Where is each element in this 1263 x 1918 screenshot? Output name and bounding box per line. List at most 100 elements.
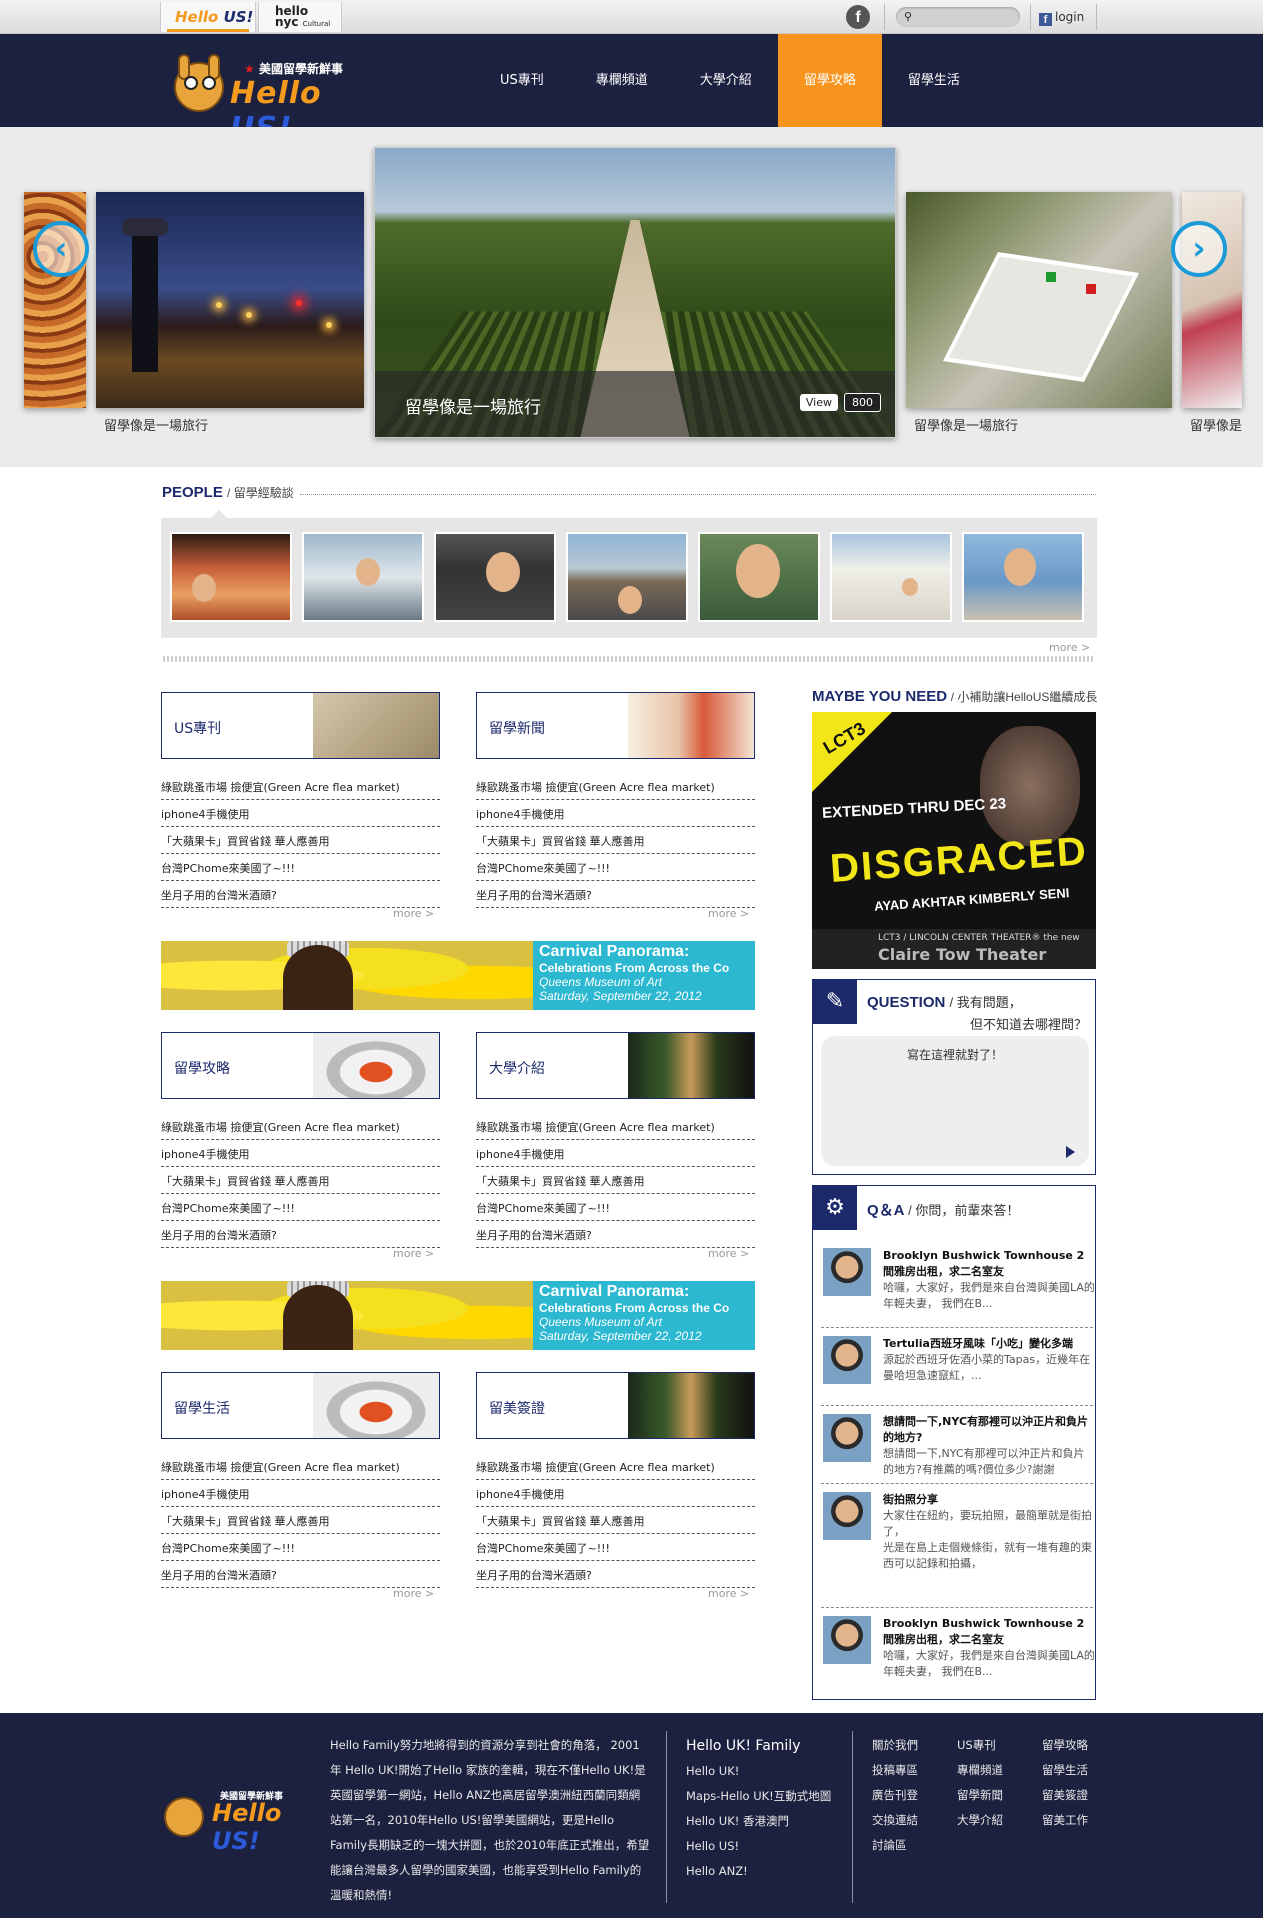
category-card-visa[interactable]: 留美簽證	[476, 1372, 755, 1439]
footer-link[interactable]: 討論區	[872, 1833, 957, 1858]
category-card-study-life[interactable]: 留學生活	[161, 1372, 440, 1439]
category-more-link[interactable]: more >	[393, 907, 434, 920]
footer-link[interactable]: 專欄頻道	[957, 1758, 1042, 1783]
article-link[interactable]: 綠歐跳蚤市場 撿便宜(Green Acre flea market)	[161, 1453, 440, 1480]
article-link[interactable]: iphone4手機使用	[476, 1140, 755, 1167]
chevron-right-icon[interactable]: ›	[1171, 221, 1227, 277]
article-link[interactable]: 「大蘋果卡」買貿省錢 華人應善用	[161, 1167, 440, 1194]
footer-link[interactable]: 關於我們	[872, 1733, 957, 1758]
search-box[interactable]: ⚲	[896, 7, 1020, 27]
article-link[interactable]: 坐月子用的台灣米酒頭?	[476, 881, 755, 908]
category-card-university-intro[interactable]: 大學介紹	[476, 1032, 755, 1099]
qa-title[interactable]: 想請問一下,NYC有那裡可以沖正片和負片的地方?	[883, 1414, 1095, 1446]
category-card-us-weekly[interactable]: US專刊	[161, 692, 440, 759]
people-thumb[interactable]	[566, 532, 688, 622]
qa-item[interactable]: 街拍照分享 大家住在紐約，要玩拍照，最簡單就是街拍了， 光是在島上走個幾條街，就有…	[821, 1492, 1093, 1608]
disgraced-ad[interactable]: LCT3 EXTENDED THRU DEC 23 DISGRACED AYAD…	[812, 712, 1096, 969]
category-more-link[interactable]: more >	[708, 1247, 749, 1260]
footer-link[interactable]: 留美簽證	[1042, 1783, 1127, 1808]
article-link[interactable]: iphone4手機使用	[161, 800, 440, 827]
article-link[interactable]: iphone4手機使用	[161, 1480, 440, 1507]
category-more-link[interactable]: more >	[393, 1247, 434, 1260]
hellous-site-tab[interactable]: Hello US!	[160, 2, 256, 32]
submit-arrow-icon[interactable]	[1066, 1146, 1075, 1158]
people-thumb[interactable]	[434, 532, 556, 622]
question-textarea[interactable]: 寫在這裡就對了！	[821, 1036, 1089, 1166]
nav-item[interactable]: US專刊	[474, 34, 570, 127]
article-link[interactable]: 「大蘋果卡」買貿省錢 華人應善用	[161, 827, 440, 854]
footer-link[interactable]: 大學介紹	[957, 1808, 1042, 1833]
search-input[interactable]	[918, 9, 1014, 25]
article-link[interactable]: 台灣PChome來美國了~!!!	[476, 1534, 755, 1561]
hellous-logo[interactable]: ★ 美國留學新鮮事 Hello US!	[160, 42, 370, 146]
login-link[interactable]: f login	[1039, 10, 1084, 26]
qa-title[interactable]: 街拍照分享	[883, 1492, 1095, 1508]
article-link[interactable]: 綠歐跳蚤市場 撿便宜(Green Acre flea market)	[161, 773, 440, 800]
article-link[interactable]: 台灣PChome來美國了~!!!	[476, 854, 755, 881]
category-more-link[interactable]: more >	[708, 907, 749, 920]
article-link[interactable]: 「大蘋果卡」買貿省錢 華人應善用	[476, 827, 755, 854]
nav-item[interactable]: 留學攻略	[777, 34, 882, 127]
qa-title[interactable]: Brooklyn Bushwick Townhouse 2間雅房出租，求二名室友	[883, 1248, 1095, 1280]
qa-item[interactable]: Brooklyn Bushwick Townhouse 2間雅房出租，求二名室友…	[821, 1616, 1095, 1690]
carnival-banner[interactable]: Carnival Panorama: Celebrations From Acr…	[161, 1281, 755, 1350]
qa-title[interactable]: Brooklyn Bushwick Townhouse 2間雅房出租，求二名室友	[883, 1616, 1095, 1648]
footer-link[interactable]: 留學新聞	[957, 1783, 1042, 1808]
footer-logo[interactable]: 美國留學新鮮事 Hello US!	[160, 1777, 300, 1855]
article-link[interactable]: 坐月子用的台灣米酒頭?	[476, 1561, 755, 1588]
qa-item[interactable]: Tertulia西班牙風味「小吃」變化多端 源起於西班牙佐酒小菜的Tapas，近幾…	[821, 1336, 1093, 1406]
article-link[interactable]: 台灣PChome來美國了~!!!	[161, 1534, 440, 1561]
category-more-link[interactable]: more >	[393, 1587, 434, 1600]
footer-link[interactable]: 留學攻略	[1042, 1733, 1127, 1758]
footer-link[interactable]: 留學生活	[1042, 1758, 1127, 1783]
article-link[interactable]: 綠歐跳蚤市場 撿便宜(Green Acre flea market)	[476, 773, 755, 800]
people-thumb[interactable]	[170, 532, 292, 622]
people-more-link[interactable]: more >	[1049, 641, 1090, 654]
category-more-link[interactable]: more >	[708, 1587, 749, 1600]
article-link[interactable]: 台灣PChome來美國了~!!!	[161, 854, 440, 881]
qa-item[interactable]: 想請問一下,NYC有那裡可以沖正片和負片的地方? 想請問一下,NYC有那裡可以沖正…	[821, 1414, 1093, 1484]
article-link[interactable]: iphone4手機使用	[476, 800, 755, 827]
article-link[interactable]: 台灣PChome來美國了~!!!	[476, 1194, 755, 1221]
people-thumb[interactable]	[962, 532, 1084, 622]
article-link[interactable]: 「大蘋果卡」買貿省錢 華人應善用	[476, 1167, 755, 1194]
article-link[interactable]: 坐月子用的台灣米酒頭?	[476, 1221, 755, 1248]
slide-caption[interactable]: 留學像是一場旅行	[104, 415, 208, 434]
facebook-icon[interactable]: f	[846, 5, 870, 29]
slide-city-night-image[interactable]	[96, 192, 364, 408]
family-link[interactable]: Hello US!	[686, 1834, 831, 1859]
people-thumb[interactable]	[698, 532, 820, 622]
article-link[interactable]: iphone4手機使用	[476, 1480, 755, 1507]
article-link[interactable]: 坐月子用的台灣米酒頭?	[161, 1561, 440, 1588]
nav-item[interactable]: 留學生活	[882, 34, 986, 127]
slide-caption[interactable]: 留學像是	[1190, 415, 1250, 434]
article-link[interactable]: 坐月子用的台灣米酒頭?	[161, 881, 440, 908]
footer-link[interactable]: 交換連結	[872, 1808, 957, 1833]
people-thumb[interactable]	[830, 532, 952, 622]
footer-link[interactable]: 留美工作	[1042, 1808, 1127, 1833]
slide-main-vineyard[interactable]: 留學像是一場旅行 View 800	[374, 147, 896, 438]
people-thumb[interactable]	[302, 532, 424, 622]
category-card-study-guide[interactable]: 留學攻略	[161, 1032, 440, 1099]
family-link[interactable]: Hello UK!	[686, 1759, 831, 1784]
family-link[interactable]: Hello ANZ!	[686, 1859, 831, 1884]
article-link[interactable]: 綠歐跳蚤市場 撿便宜(Green Acre flea market)	[476, 1113, 755, 1140]
article-link[interactable]: 綠歐跳蚤市場 撿便宜(Green Acre flea market)	[476, 1453, 755, 1480]
nav-item[interactable]: 專欄頻道	[570, 34, 674, 127]
slide-main-title[interactable]: 留學像是一場旅行	[405, 393, 541, 418]
article-link[interactable]: 台灣PChome來美國了~!!!	[161, 1194, 440, 1221]
article-link[interactable]: 「大蘋果卡」買貿省錢 華人應善用	[476, 1507, 755, 1534]
slide-street-monopoly-image[interactable]	[906, 192, 1172, 408]
family-link[interactable]: Hello UK! 香港澳門	[686, 1809, 831, 1834]
slide-caption[interactable]: 留學像是一場旅行	[914, 415, 1018, 434]
qa-item[interactable]: Brooklyn Bushwick Townhouse 2間雅房出租，求二名室友…	[821, 1248, 1095, 1328]
footer-link[interactable]: 廣告刊登	[872, 1783, 957, 1808]
category-card-study-news[interactable]: 留學新聞	[476, 692, 755, 759]
footer-link[interactable]: 投稿專區	[872, 1758, 957, 1783]
article-link[interactable]: iphone4手機使用	[161, 1140, 440, 1167]
qa-title[interactable]: Tertulia西班牙風味「小吃」變化多端	[883, 1336, 1095, 1352]
nav-item[interactable]: 大學介紹	[674, 34, 778, 127]
carnival-banner[interactable]: Carnival Panorama: Celebrations From Acr…	[161, 941, 755, 1010]
article-link[interactable]: 「大蘋果卡」買貿省錢 華人應善用	[161, 1507, 440, 1534]
family-link[interactable]: Maps-Hello UK!互動式地圖	[686, 1784, 831, 1809]
